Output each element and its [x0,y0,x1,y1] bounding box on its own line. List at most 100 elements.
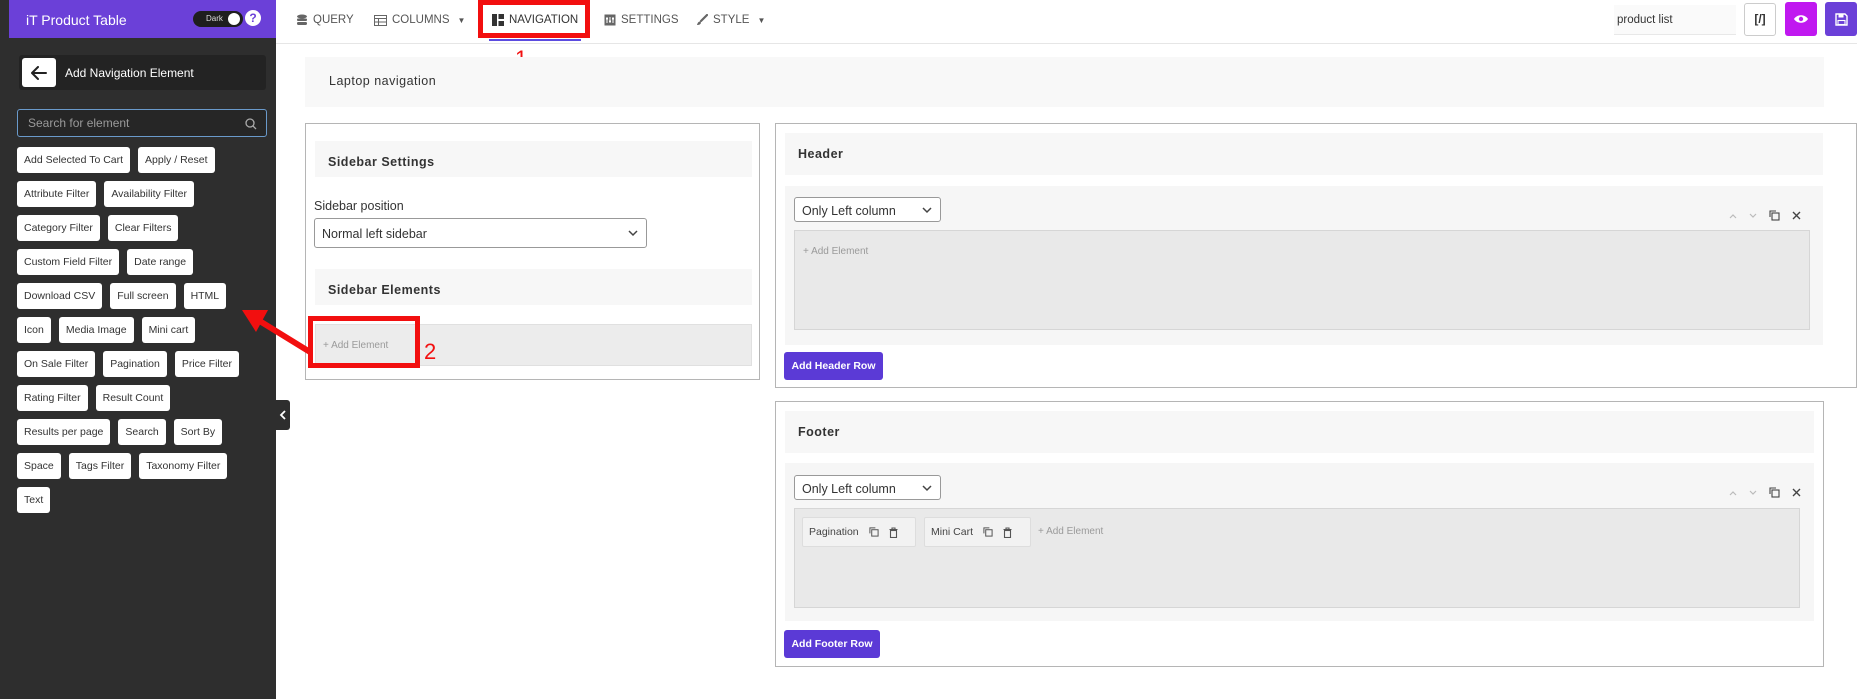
preview-button[interactable] [1785,2,1817,36]
element-chip-icon[interactable]: Icon [17,317,51,343]
element-chip-sort-by[interactable]: Sort By [173,419,223,445]
footer-add-element-link[interactable]: + Add Element [1038,526,1103,537]
move-up-icon[interactable] [1729,490,1737,496]
element-chip-download-csv[interactable]: Download CSV [17,283,103,309]
element-chip-price-filter[interactable]: Price Filter [174,351,240,377]
back-button[interactable] [22,58,56,87]
element-chip-full-screen[interactable]: Full screen [110,283,176,309]
help-icon[interactable]: ? [245,10,261,26]
duplicate-icon[interactable] [1769,210,1780,221]
header-add-element-link[interactable]: + Add Element [803,246,868,257]
tab-columns[interactable]: COLUMNS ▼ [374,0,465,40]
floppy-disk-icon [1834,12,1848,26]
panel-title: Add Navigation Element [65,66,194,80]
move-down-icon[interactable] [1749,213,1757,219]
save-button[interactable] [1825,2,1857,36]
element-chip-text[interactable]: Text [17,487,51,513]
tab-query-label: QUERY [313,14,354,26]
element-chip-row: Attribute Filter Availability Filter [17,181,269,207]
element-chip-results-per-page[interactable]: Results per page [17,419,111,445]
tab-style[interactable]: STYLE ▼ [696,0,765,40]
tab-query[interactable]: QUERY [296,0,354,40]
trash-icon[interactable] [1003,526,1012,538]
caret-down-icon: ▼ [457,15,466,25]
tab-settings[interactable]: SETTINGS [604,0,679,40]
element-chip-add-selected-to-cart[interactable]: Add Selected To Cart [17,147,131,173]
close-icon[interactable] [1792,488,1801,497]
element-search [17,109,267,137]
sidebar-position-label: Sidebar position [314,199,404,213]
footer-element-mini-cart[interactable]: Mini Cart [924,517,1031,547]
move-up-icon[interactable] [1729,213,1737,219]
annotation-arrow [242,310,313,355]
element-search-input[interactable] [28,115,228,131]
footer-section-header: Footer [785,411,1814,453]
footer-row-controls [1729,487,1801,498]
trash-icon[interactable] [889,526,898,538]
caret-down-icon: ▼ [757,15,766,25]
add-header-row-button[interactable]: Add Header Row [784,352,883,380]
settings-icon [604,14,616,26]
tab-settings-label: SETTINGS [621,14,679,26]
element-chip-mini-cart[interactable]: Mini cart [141,317,196,343]
footer-title: Footer [798,425,840,439]
element-chip-list: Add Selected To Cart Apply / Reset Attribu… [17,147,269,521]
duplicate-icon[interactable] [869,527,879,537]
add-navigation-header: Add Navigation Element [19,55,266,90]
element-chip-result-count[interactable]: Result Count [95,385,171,411]
element-chip-search[interactable]: Search [118,419,166,445]
element-chip-custom-field-filter[interactable]: Custom Field Filter [17,249,120,275]
element-chip-tags-filter[interactable]: Tags Filter [68,453,132,479]
brand-bar: iT Product Table Dark ? [9,0,276,38]
duplicate-icon[interactable] [983,527,993,537]
move-down-icon[interactable] [1749,490,1757,496]
database-icon [296,14,308,26]
footer-columns-value: Only Left column [802,482,896,496]
toggle-knob [228,13,240,25]
element-chip-clear-filters[interactable]: Clear Filters [107,215,179,241]
element-chip-media-image[interactable]: Media Image [58,317,134,343]
element-chip-space[interactable]: Space [17,453,61,479]
element-chip-html[interactable]: HTML [183,283,227,309]
tab-columns-label: COLUMNS [392,14,450,26]
sidebar-position-value: Normal left sidebar [322,227,427,241]
footer-element-label: Pagination [809,526,859,538]
dark-mode-toggle[interactable]: Dark [193,11,243,27]
add-footer-row-button[interactable]: Add Footer Row [784,630,880,658]
annotation-highlight-add-element [308,316,420,368]
element-chip-rating-filter[interactable]: Rating Filter [17,385,88,411]
element-chip-row: Results per page Search Sort By [17,419,269,445]
footer-panel: Footer Only Left column Pagination Mini … [775,401,1824,667]
element-chip-taxonomy-filter[interactable]: Taxonomy Filter [139,453,228,479]
close-icon[interactable] [1792,211,1801,220]
footer-element-label: Mini Cart [931,526,974,538]
element-chip-availability-filter[interactable]: Availability Filter [104,181,195,207]
element-chip-apply-reset[interactable]: Apply / Reset [138,147,215,173]
table-name-input[interactable] [1614,5,1736,35]
duplicate-icon[interactable] [1769,487,1780,498]
eye-icon [1794,15,1808,23]
shortcode-button[interactable]: [/] [1744,3,1776,36]
element-chip-attribute-filter[interactable]: Attribute Filter [17,181,97,207]
element-chip-row: Text [17,487,269,513]
footer-element-pagination[interactable]: Pagination [802,517,916,547]
element-chip-date-range[interactable]: Date range [127,249,194,275]
sidebar-settings-header: Sidebar Settings [315,141,752,177]
table-icon [374,14,387,26]
element-chip-row: Custom Field Filter Date range [17,249,269,275]
element-picker-panel: iT Product Table Dark ? Add Navigation E… [0,0,276,699]
element-chip-pagination[interactable]: Pagination [103,351,167,377]
element-chip-on-sale-filter[interactable]: On Sale Filter [17,351,96,377]
chevron-down-icon [922,207,932,214]
element-chip-row: Category Filter Clear Filters [17,215,269,241]
brush-icon [696,14,708,26]
element-chip-row: Download CSV Full screen HTML [17,283,269,309]
chevron-down-icon [628,230,638,237]
sidebar-position-select[interactable]: Normal left sidebar [314,218,647,248]
footer-columns-select[interactable]: Only Left column [794,475,941,500]
element-chip-row: On Sale Filter Pagination Price Filter [17,351,269,377]
search-icon [245,118,257,130]
element-chip-category-filter[interactable]: Category Filter [17,215,100,241]
collapse-panel-button[interactable] [276,400,290,430]
header-columns-select[interactable]: Only Left column [794,197,941,222]
